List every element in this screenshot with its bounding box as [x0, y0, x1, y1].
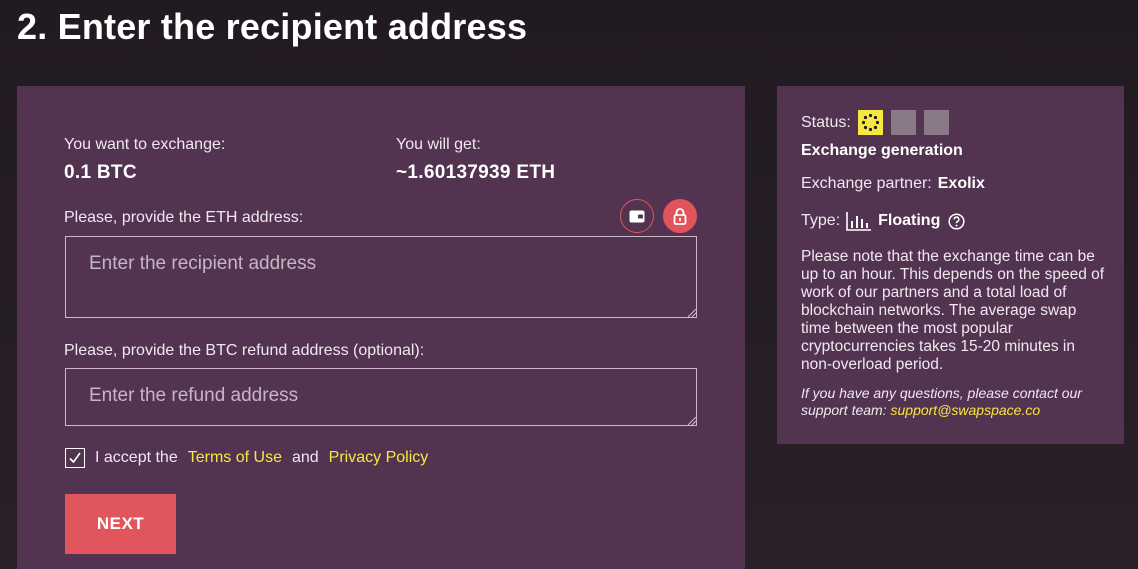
- send-summary: You want to exchange: 0.1 BTC: [64, 136, 225, 184]
- type-label: Type:: [801, 212, 841, 229]
- wallet-button[interactable]: [620, 199, 654, 233]
- partner-value: Exolix: [937, 175, 985, 192]
- terms-prefix: I accept the: [95, 449, 178, 466]
- next-button[interactable]: NEXT: [65, 494, 176, 554]
- terms-and: and: [291, 449, 319, 466]
- lock-icon: [673, 207, 687, 225]
- status-label: Status:: [801, 113, 851, 131]
- partner-label: Exchange partner:: [801, 175, 932, 192]
- terms-of-use-link[interactable]: Terms of Use: [188, 449, 282, 467]
- status-row: Status:: [801, 110, 957, 135]
- resize-handle[interactable]: [688, 417, 696, 425]
- send-amount: 0.1 BTC: [64, 162, 137, 183]
- recipient-address-input[interactable]: [65, 236, 697, 318]
- support-contact: If you have any questions, please contac…: [801, 385, 1101, 419]
- loading-dots-icon: [861, 113, 879, 132]
- wallet-icon: [629, 210, 645, 222]
- receive-amount: ~1.60137939 ETH: [396, 162, 556, 183]
- type-row: Type: Floating: [801, 211, 965, 231]
- terms-checkbox[interactable]: [65, 448, 85, 468]
- exchange-time-note: Please note that the exchange time can b…: [801, 248, 1105, 373]
- status-current: Exchange generation: [801, 142, 963, 159]
- status-step-active: [857, 110, 883, 135]
- type-value: Floating: [878, 212, 941, 229]
- floating-chart-icon: [846, 212, 872, 231]
- status-step-pending: [923, 110, 949, 135]
- refund-address-input[interactable]: [65, 368, 697, 426]
- terms-row: I accept the Terms of Use and Privacy Po…: [65, 448, 428, 468]
- refund-address-label: Please, provide the BTC refund address (…: [64, 342, 425, 359]
- status-step-pending: [890, 110, 916, 135]
- checkmark-icon: [69, 452, 81, 464]
- help-circle-icon[interactable]: [948, 212, 965, 230]
- resize-handle[interactable]: [688, 309, 696, 317]
- lock-button[interactable]: [663, 199, 697, 233]
- exchange-form-card: You want to exchange: 0.1 BTC You will g…: [17, 86, 745, 569]
- status-card: Status: Exchange generation Exchange par…: [777, 86, 1124, 444]
- partner-row: Exchange partner: Exolix: [801, 175, 985, 193]
- send-label: You want to exchange:: [64, 136, 226, 153]
- support-email-link[interactable]: support@swapspace.co: [891, 402, 1041, 418]
- eth-address-label: Please, provide the ETH address:: [64, 209, 304, 226]
- page-title: 2. Enter the recipient address: [17, 6, 528, 47]
- privacy-policy-link[interactable]: Privacy Policy: [329, 449, 429, 467]
- receive-label: You will get:: [396, 136, 481, 153]
- receive-summary: You will get: ~1.60137939 ETH: [396, 136, 555, 184]
